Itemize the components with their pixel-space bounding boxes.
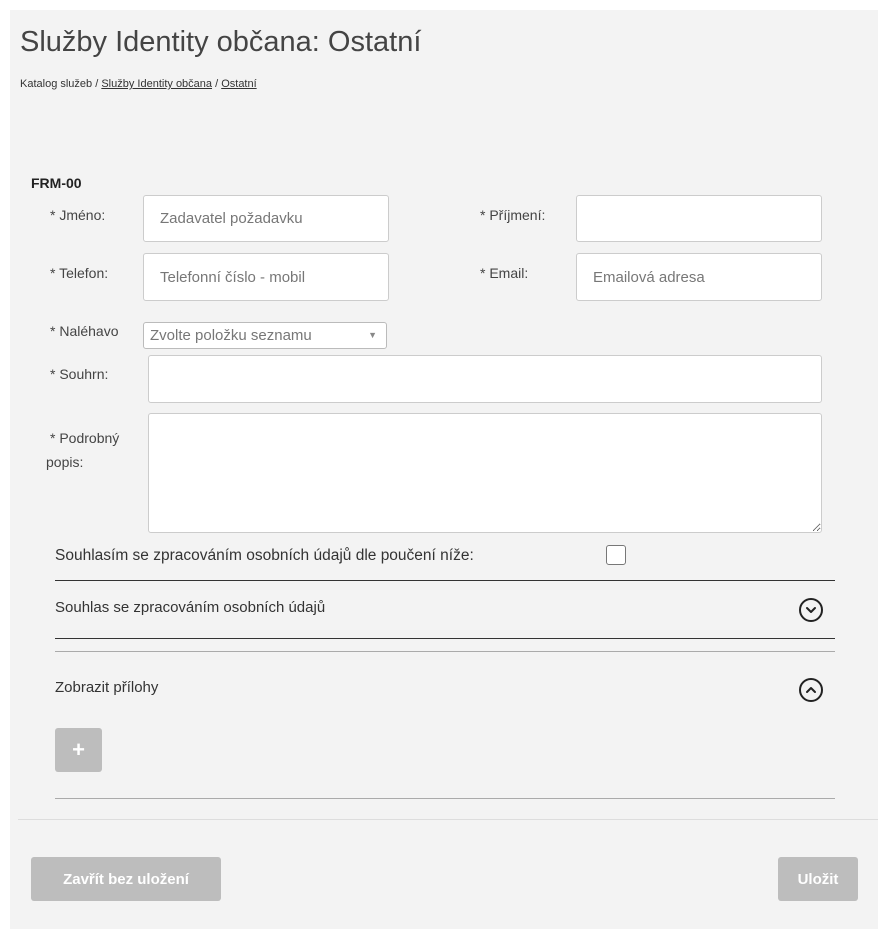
consent-section-label: Souhlas se zpracováním osobních údajů [55, 599, 326, 616]
divider [55, 638, 835, 639]
email-label: * Email: [480, 265, 529, 281]
breadcrumb-link-other[interactable]: Ostatní [221, 78, 256, 90]
description-label-line2: popis: [46, 454, 84, 470]
urgency-label: * Naléhavo [50, 323, 119, 339]
dropdown-caret-icon: ▼ [368, 330, 377, 340]
last-name-label: * Příjmení: [480, 207, 546, 223]
first-name-input[interactable] [143, 195, 389, 242]
close-without-saving-button[interactable]: Zavřít bez uložení [31, 857, 221, 901]
description-textarea[interactable] [148, 413, 822, 533]
phone-label: * Telefon: [50, 265, 109, 281]
chevron-down-icon [806, 607, 816, 613]
phone-input[interactable] [143, 253, 389, 301]
last-name-input[interactable] [576, 195, 822, 242]
description-label-line1: * Podrobný [50, 430, 120, 446]
form-code: FRM-00 [31, 175, 82, 191]
divider [55, 651, 835, 652]
summary-label: * Souhrn: [50, 366, 109, 382]
chevron-up-icon [806, 687, 816, 693]
divider [55, 798, 835, 799]
first-name-label: * Jméno: [50, 207, 106, 223]
summary-input[interactable] [148, 355, 822, 403]
collapse-attachments-button[interactable] [799, 678, 823, 702]
consent-checkbox[interactable] [606, 545, 626, 565]
save-button[interactable]: Uložit [778, 857, 858, 901]
urgency-select[interactable]: Zvolte položku seznamu ▼ [143, 322, 387, 349]
breadcrumb-root: Katalog služeb [20, 78, 93, 90]
breadcrumb: Katalog služeb / Služby Identity občana … [20, 78, 257, 90]
consent-label: Souhlasím se zpracováním osobních údajů … [55, 547, 474, 564]
divider [55, 580, 835, 581]
email-input[interactable] [576, 253, 822, 301]
add-attachment-button[interactable]: + [55, 728, 102, 772]
urgency-selected-value: Zvolte položku seznamu [150, 327, 312, 344]
expand-consent-button[interactable] [799, 598, 823, 622]
breadcrumb-link-identity-services[interactable]: Služby Identity občana [101, 78, 212, 90]
footer-divider [18, 819, 878, 820]
attachments-section-label: Zobrazit přílohy [55, 679, 159, 696]
page-title: Služby Identity občana: Ostatní [20, 26, 422, 58]
